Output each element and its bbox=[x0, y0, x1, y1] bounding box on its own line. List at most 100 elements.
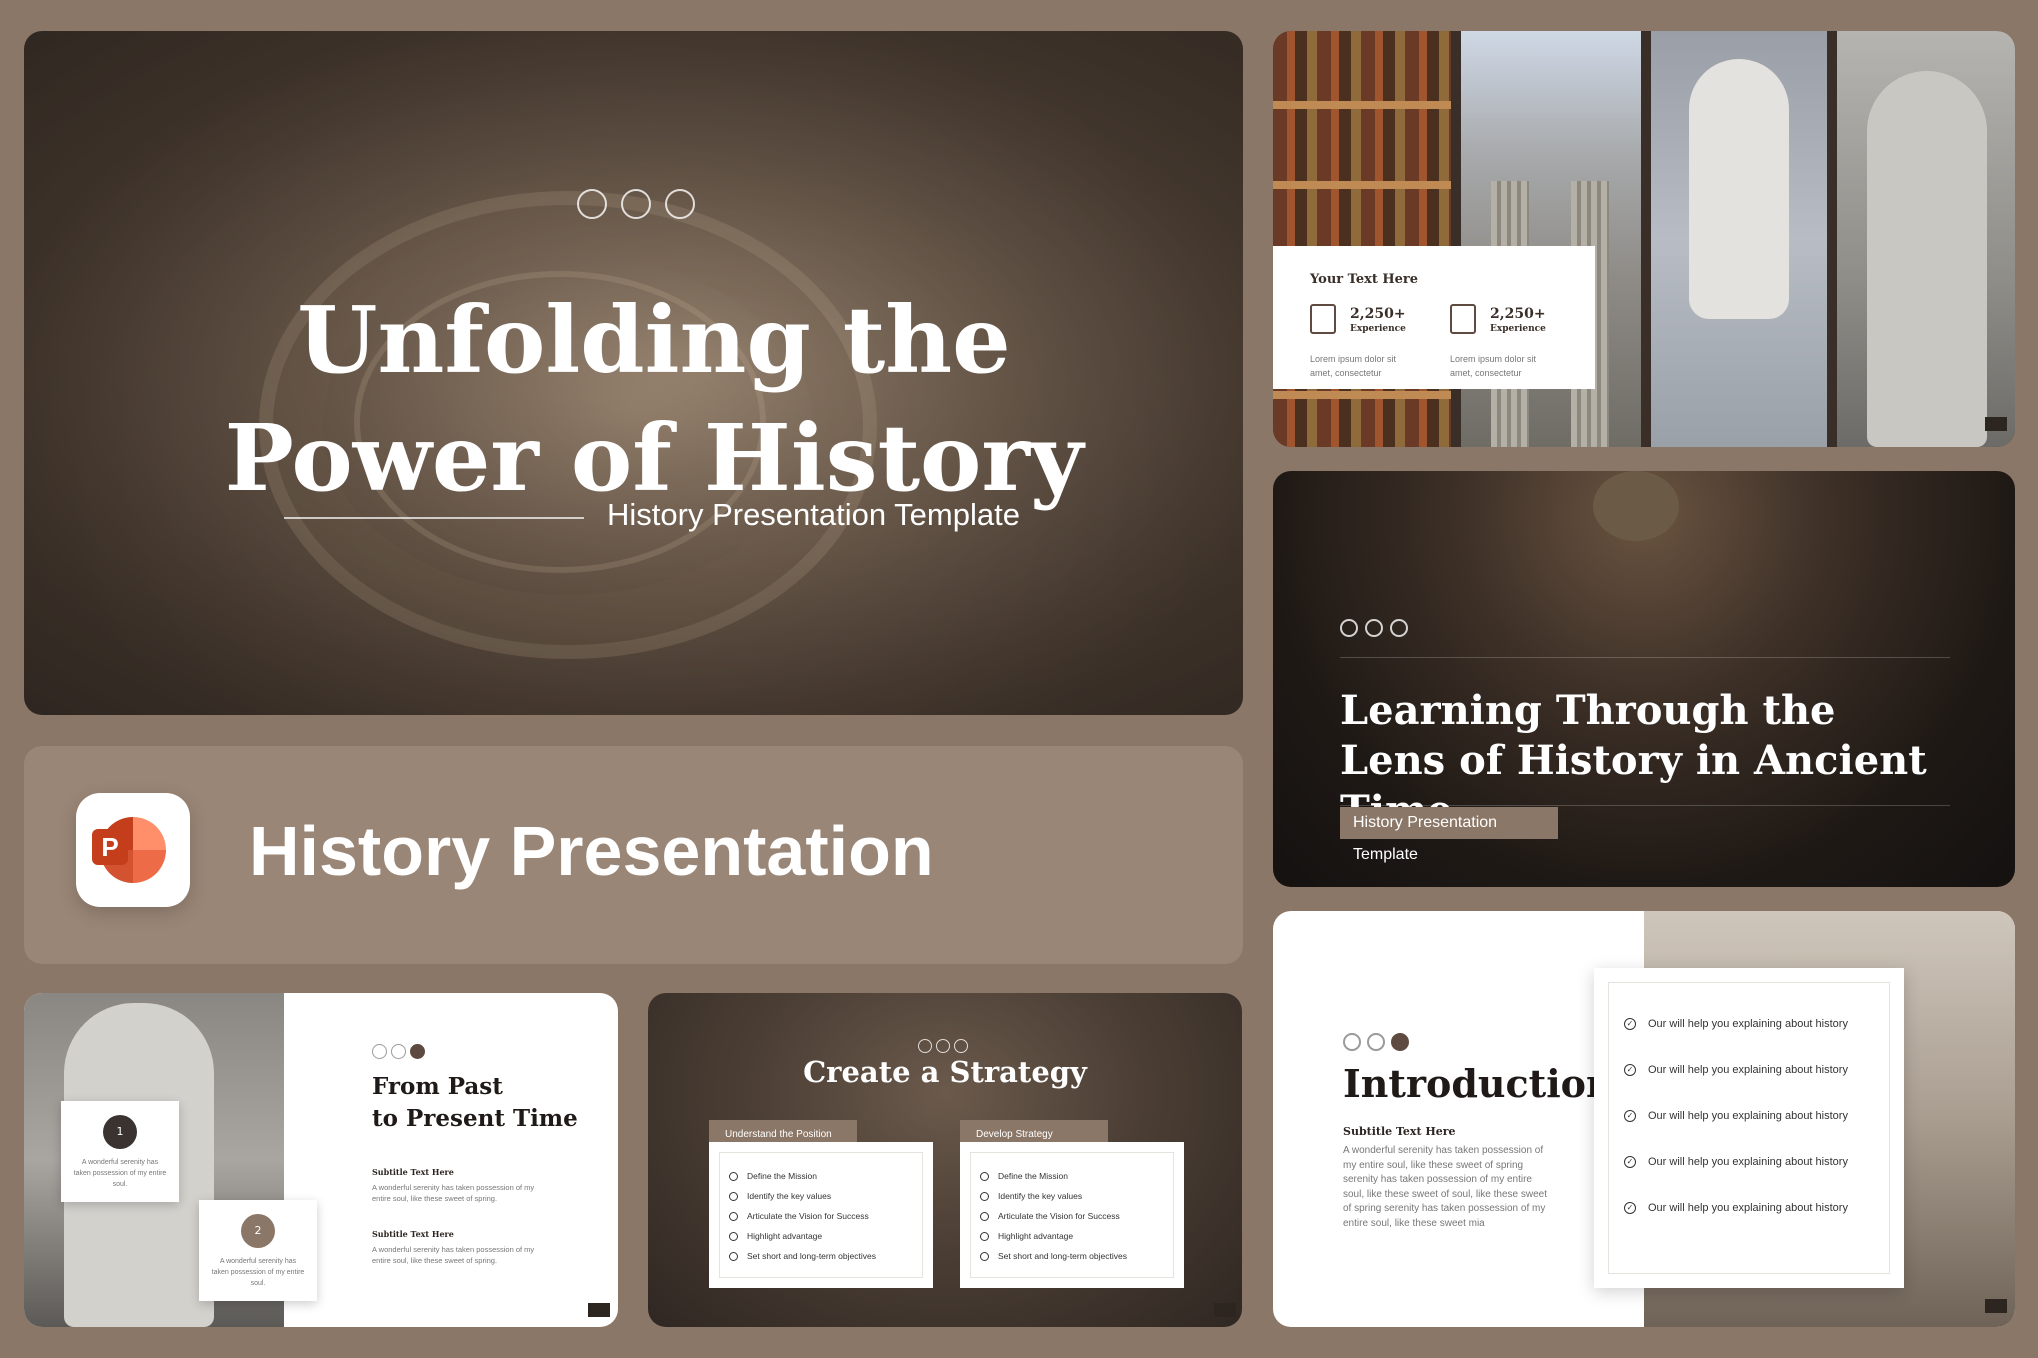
number-box: 1 A wonderful serenity has taken possess… bbox=[61, 1101, 179, 1202]
strategy-item: Set short and long-term objectives bbox=[980, 1251, 1127, 1261]
check-circle-icon: ✓ bbox=[1624, 1064, 1636, 1076]
certificate-icon bbox=[1310, 304, 1336, 334]
learning-slide: Learning Through the Lens of History in … bbox=[1273, 471, 2015, 887]
strategy-item: Define the Mission bbox=[729, 1171, 817, 1181]
section-heading: Subtitle Text Here bbox=[372, 1229, 454, 1239]
check-circle-icon bbox=[980, 1211, 989, 1221]
number-circle: 2 bbox=[241, 1214, 275, 1248]
hero-title: Unfolding the Power of History bbox=[174, 281, 1134, 517]
check-circle-icon: ✓ bbox=[1624, 1156, 1636, 1168]
dot-icon bbox=[372, 1044, 387, 1059]
dot-icon bbox=[918, 1039, 932, 1053]
strategy-item: Articulate the Vision for Success bbox=[980, 1211, 1120, 1221]
stat-text: Lorem ipsum dolor sit amet, consectetur bbox=[1310, 354, 1397, 378]
number-box: 2 A wonderful serenity has taken possess… bbox=[199, 1200, 317, 1301]
strategy-item: Identify the key values bbox=[980, 1191, 1082, 1201]
strategy-item: Highlight advantage bbox=[980, 1231, 1073, 1241]
check-circle-icon: ✓ bbox=[1624, 1018, 1636, 1030]
check-circle-icon bbox=[729, 1251, 738, 1261]
checklist-item: ✓ Our will help you explaining about hist… bbox=[1624, 1064, 1848, 1076]
page-number bbox=[1985, 1299, 2007, 1313]
dot-icon bbox=[1365, 619, 1383, 637]
powerpoint-logo-letter: P bbox=[92, 829, 128, 865]
stat-label: Experience bbox=[1490, 324, 1546, 334]
section-text: A wonderful serenity has taken possessio… bbox=[372, 1183, 535, 1203]
strategy-item: Highlight advantage bbox=[729, 1231, 822, 1241]
dot-icon bbox=[391, 1044, 406, 1059]
check-circle-icon: ✓ bbox=[1624, 1110, 1636, 1122]
dot-icon bbox=[1343, 1033, 1361, 1051]
past-title-line2: to Present Time bbox=[372, 1105, 578, 1132]
dot-icon bbox=[577, 189, 607, 219]
page-number bbox=[1214, 1303, 1236, 1317]
powerpoint-icon: P bbox=[76, 793, 190, 907]
page-number bbox=[1985, 417, 2007, 431]
slide-dots bbox=[577, 189, 695, 219]
slide-dots bbox=[372, 1044, 425, 1059]
divider bbox=[1340, 657, 1950, 658]
check-circle-icon bbox=[729, 1231, 738, 1241]
dot-icon bbox=[1340, 619, 1358, 637]
past-present-slide: 1 A wonderful serenity has taken possess… bbox=[24, 993, 618, 1327]
stat-value: 2,250+ bbox=[1350, 306, 1406, 322]
strategy-item: Set short and long-term objectives bbox=[729, 1251, 876, 1261]
strategy-slide: Create a Strategy Understand the Positio… bbox=[648, 993, 1242, 1327]
statue-photo bbox=[1837, 31, 2015, 447]
number-box-text: A wonderful serenity has taken possessio… bbox=[211, 1258, 305, 1287]
strategy-box: Define the Mission Identify the key valu… bbox=[709, 1142, 933, 1288]
dot-icon bbox=[410, 1044, 425, 1059]
strategy-item: Define the Mission bbox=[980, 1171, 1068, 1181]
check-circle-icon bbox=[980, 1191, 989, 1201]
check-circle-icon bbox=[980, 1171, 989, 1181]
dot-icon bbox=[1367, 1033, 1385, 1051]
divider bbox=[284, 517, 584, 519]
dot-icon bbox=[1391, 1033, 1409, 1051]
past-title-line1: From Past bbox=[372, 1073, 503, 1100]
bust-photo bbox=[1651, 31, 1827, 447]
experience-heading: Your Text Here bbox=[1310, 272, 1419, 287]
page-number bbox=[588, 1303, 610, 1317]
hero-title-line1: Unfolding the bbox=[297, 286, 1011, 394]
dot-icon bbox=[936, 1039, 950, 1053]
compass-photo bbox=[1593, 471, 1679, 541]
intro-body: A wonderful serenity has taken possessio… bbox=[1343, 1145, 1547, 1229]
dot-icon bbox=[954, 1039, 968, 1053]
dot-icon bbox=[1390, 619, 1408, 637]
hero-subtitle: History Presentation Template bbox=[607, 497, 1020, 532]
checklist-item: ✓ Our will help you explaining about hist… bbox=[1624, 1110, 1848, 1122]
strategy-title: Create a Strategy bbox=[803, 1055, 1087, 1089]
checklist-item: ✓ Our will help you explaining about hist… bbox=[1624, 1202, 1848, 1214]
checklist-item: ✓ Our will help you explaining about hist… bbox=[1624, 1018, 1848, 1030]
slide-dots bbox=[918, 1039, 968, 1053]
product-banner: P History Presentation bbox=[24, 746, 1243, 964]
section-text: A wonderful serenity has taken possessio… bbox=[372, 1245, 535, 1265]
check-circle-icon bbox=[980, 1251, 989, 1261]
banner-title: History Presentation bbox=[249, 812, 934, 890]
learning-title-line1: Learning Through the bbox=[1340, 687, 1836, 734]
strategy-item: Articulate the Vision for Success bbox=[729, 1211, 869, 1221]
stat-text: Lorem ipsum dolor sit amet, consectetur bbox=[1450, 354, 1537, 378]
dot-icon bbox=[665, 189, 695, 219]
section-heading: Subtitle Text Here bbox=[372, 1167, 454, 1177]
check-circle-icon bbox=[729, 1171, 738, 1181]
collage-slide: Your Text Here 2,250+ Experience Lorem i… bbox=[1273, 31, 2015, 447]
number-box-text: A wonderful serenity has taken possessio… bbox=[73, 1159, 167, 1188]
check-circle-icon bbox=[729, 1211, 738, 1221]
slide-dots bbox=[1343, 1033, 1409, 1051]
stat-label: Experience bbox=[1350, 324, 1406, 334]
hero-slide: Unfolding the Power of History History P… bbox=[24, 31, 1243, 715]
number-circle: 1 bbox=[103, 1115, 137, 1149]
intro-subtitle: Subtitle Text Here bbox=[1343, 1125, 1456, 1138]
check-circle-icon: ✓ bbox=[1624, 1202, 1636, 1214]
slide-dots bbox=[1340, 619, 1408, 637]
experience-box: Your Text Here 2,250+ Experience Lorem i… bbox=[1273, 246, 1595, 389]
certificate-icon bbox=[1450, 304, 1476, 334]
introduction-slide: Introduction Subtitle Text Here A wonder… bbox=[1273, 911, 2015, 1327]
check-circle-icon bbox=[729, 1191, 738, 1201]
divider bbox=[1340, 805, 1950, 806]
strategy-item: Identify the key values bbox=[729, 1191, 831, 1201]
strategy-box: Define the Mission Identify the key valu… bbox=[960, 1142, 1184, 1288]
past-title: From Past to Present Time bbox=[372, 1071, 578, 1135]
check-circle-icon bbox=[980, 1231, 989, 1241]
checklist-item: ✓ Our will help you explaining about hist… bbox=[1624, 1156, 1848, 1168]
